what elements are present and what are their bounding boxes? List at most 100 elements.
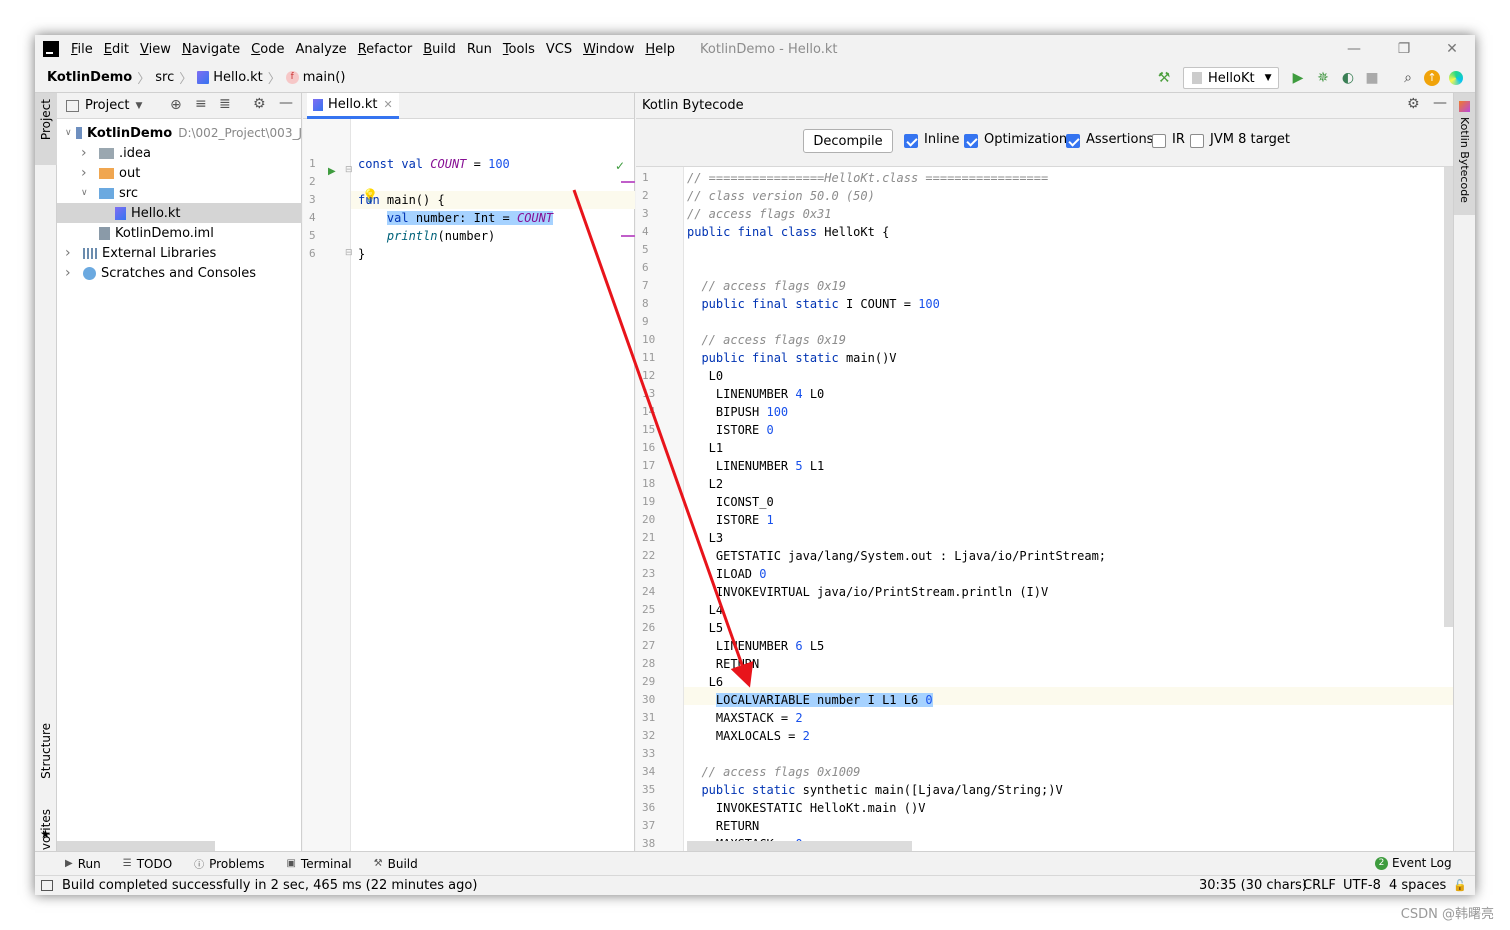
line-separator[interactable]: CRLF bbox=[1303, 878, 1336, 893]
menu-file[interactable]: File bbox=[71, 42, 93, 57]
run-icon[interactable]: ▶ bbox=[1289, 69, 1307, 87]
code-line-6[interactable]: } bbox=[358, 247, 365, 261]
close-tab-icon[interactable]: ✕ bbox=[383, 98, 392, 111]
vertical-scrollbar[interactable] bbox=[1444, 167, 1453, 627]
menu-view[interactable]: View bbox=[140, 42, 171, 57]
code-line-4[interactable]: val number: Int = COUNT bbox=[358, 211, 554, 225]
tool-tab-todo[interactable]: ☰ TODO bbox=[123, 856, 172, 871]
chevron-down-icon[interactable]: ▼ bbox=[135, 101, 142, 111]
option-label[interactable]: Assertions bbox=[1086, 132, 1153, 147]
menu-window[interactable]: Window bbox=[583, 42, 634, 57]
bytecode-line[interactable]: LINENUMBER 5 L1 bbox=[687, 459, 824, 473]
bytecode-line[interactable]: L6 bbox=[687, 675, 723, 689]
bytecode-line[interactable]: public static synthetic main([Ljava/lang… bbox=[687, 783, 1062, 797]
tree-item-scratches-and-consoles[interactable]: › Scratches and Consoles bbox=[57, 263, 302, 283]
code-line-1[interactable]: const val COUNT = 100 bbox=[358, 157, 510, 171]
jetbrains-toolbox-icon[interactable] bbox=[1447, 69, 1465, 87]
fold-icon[interactable]: ⊟ bbox=[345, 165, 353, 175]
minimize-icon[interactable]: — bbox=[1331, 35, 1377, 63]
kotlin-bytecode-tool-tab[interactable]: Kotlin Bytecode bbox=[1458, 117, 1471, 203]
bytecode-line[interactable]: RETURN bbox=[687, 819, 759, 833]
bytecode-line[interactable]: L3 bbox=[687, 531, 723, 545]
bytecode-line[interactable]: // access flags 0x19 bbox=[687, 333, 846, 347]
bytecode-line[interactable]: L4 bbox=[687, 603, 723, 617]
option-label[interactable]: Inline bbox=[924, 132, 960, 147]
bytecode-line[interactable]: INVOKEVIRTUAL java/io/PrintStream.printl… bbox=[687, 585, 1048, 599]
update-icon[interactable]: ↑ bbox=[1423, 69, 1441, 87]
bytecode-line[interactable]: // ================HelloKt.class =======… bbox=[687, 171, 1048, 185]
gear-icon[interactable]: ⚙ bbox=[253, 96, 266, 112]
breadcrumb-project[interactable]: KotlinDemo bbox=[47, 70, 132, 85]
lock-icon[interactable]: 🔓 bbox=[1453, 879, 1467, 892]
bytecode-line[interactable]: RETURN bbox=[687, 657, 759, 671]
close-icon[interactable]: ✕ bbox=[1429, 35, 1475, 63]
tree-item-kotlindemo-iml[interactable]: KotlinDemo.iml bbox=[57, 223, 302, 243]
file-encoding[interactable]: UTF-8 bbox=[1343, 878, 1381, 893]
horizontal-scrollbar[interactable] bbox=[57, 841, 215, 851]
hide-panel-icon[interactable]: — bbox=[279, 95, 293, 111]
bytecode-line[interactable]: // access flags 0x19 bbox=[687, 279, 846, 293]
bytecode-line[interactable]: ISTORE 0 bbox=[687, 423, 774, 437]
status-toggle-icon[interactable] bbox=[41, 880, 53, 891]
chevron-down-icon[interactable]: ∨ bbox=[81, 188, 95, 198]
bytecode-line[interactable]: // access flags 0x31 bbox=[687, 207, 832, 221]
bytecode-line[interactable]: ICONST_0 bbox=[687, 495, 774, 509]
option-jvm-8-target-checkbox[interactable] bbox=[1190, 134, 1204, 148]
debug-icon[interactable]: ✵ bbox=[1314, 69, 1332, 87]
bytecode-line[interactable]: L2 bbox=[687, 477, 723, 491]
option-ir-checkbox[interactable] bbox=[1152, 134, 1166, 148]
restore-icon[interactable]: ❐ bbox=[1381, 35, 1427, 63]
decompile-button[interactable]: Decompile bbox=[803, 129, 893, 153]
option-assertions-checkbox[interactable] bbox=[1066, 134, 1080, 148]
tree-item-external-libraries[interactable]: › External Libraries bbox=[57, 243, 302, 263]
status-message[interactable]: Build completed successfully in 2 sec, 4… bbox=[62, 878, 477, 893]
project-view-selector[interactable]: Project bbox=[85, 98, 129, 113]
tree-item--idea[interactable]: › .idea bbox=[57, 143, 302, 163]
tool-tab-terminal[interactable]: ▣ Terminal bbox=[286, 856, 351, 871]
tool-tab-problems[interactable]: ⓘ Problems bbox=[194, 856, 264, 872]
hide-panel-icon[interactable]: — bbox=[1433, 95, 1447, 111]
chevron-right-icon[interactable]: › bbox=[65, 245, 79, 261]
breadcrumb-folder[interactable]: src bbox=[155, 70, 174, 85]
bytecode-line[interactable]: LINENUMBER 6 L5 bbox=[687, 639, 824, 653]
bytecode-line[interactable]: LINENUMBER 4 L0 bbox=[687, 387, 824, 401]
bytecode-line[interactable]: L1 bbox=[687, 441, 723, 455]
menu-vcs[interactable]: VCS bbox=[546, 42, 572, 57]
option-label[interactable]: Optimization bbox=[984, 132, 1067, 147]
gear-icon[interactable]: ⚙ bbox=[1407, 96, 1420, 112]
bytecode-line[interactable]: ISTORE 1 bbox=[687, 513, 774, 527]
run-configuration-select[interactable]: HelloKt ▼ bbox=[1183, 67, 1279, 89]
menu-edit[interactable]: Edit bbox=[104, 42, 129, 57]
tree-item-kotlindemo[interactable]: ∨ KotlinDemo D:\002_Project\003_J bbox=[57, 123, 302, 143]
option-inline-checkbox[interactable] bbox=[904, 134, 918, 148]
tool-tab-run[interactable]: ▶ Run bbox=[65, 856, 101, 871]
code-line-3[interactable]: fun main() { bbox=[358, 193, 445, 207]
menu-navigate[interactable]: Navigate bbox=[182, 42, 240, 57]
bytecode-line[interactable]: LOCALVARIABLE number I L1 L6 0 bbox=[687, 693, 933, 707]
indent-setting[interactable]: 4 spaces bbox=[1389, 878, 1446, 893]
bytecode-line[interactable]: public final static main()V bbox=[687, 351, 896, 365]
option-label[interactable]: JVM 8 target bbox=[1210, 132, 1290, 147]
collapse-all-icon[interactable]: ≣ bbox=[219, 96, 231, 112]
bytecode-line[interactable]: BIPUSH 100 bbox=[687, 405, 788, 419]
bytecode-line[interactable]: MAXLOCALS = 2 bbox=[687, 729, 810, 743]
expand-all-icon[interactable]: ≡ bbox=[195, 96, 207, 112]
menu-analyze[interactable]: Analyze bbox=[295, 42, 346, 57]
tree-item-hello-kt[interactable]: Hello.kt bbox=[57, 203, 302, 223]
event-log-button[interactable]: 2 Event Log bbox=[1375, 856, 1452, 870]
editor-tab-hello[interactable]: Hello.kt ✕ bbox=[307, 93, 399, 119]
bytecode-line[interactable]: GETSTATIC java/lang/System.out : Ljava/i… bbox=[687, 549, 1106, 563]
horizontal-scrollbar[interactable] bbox=[687, 841, 912, 851]
tree-item-out[interactable]: › out bbox=[57, 163, 302, 183]
menu-code[interactable]: Code bbox=[251, 42, 284, 57]
search-icon[interactable]: ⌕ bbox=[1399, 69, 1417, 87]
menu-help[interactable]: Help bbox=[645, 42, 675, 57]
code-line-5[interactable]: println(number) bbox=[358, 229, 495, 243]
build-hammer-icon[interactable]: ⚒ bbox=[1155, 69, 1173, 87]
option-label[interactable]: IR bbox=[1172, 132, 1185, 147]
option-optimization-checkbox[interactable] bbox=[964, 134, 978, 148]
fold-icon[interactable]: ⊟ bbox=[345, 248, 353, 258]
structure-tool-tab[interactable]: Structure bbox=[39, 723, 53, 779]
menu-refactor[interactable]: Refactor bbox=[358, 42, 413, 57]
bytecode-line[interactable]: L5 bbox=[687, 621, 723, 635]
